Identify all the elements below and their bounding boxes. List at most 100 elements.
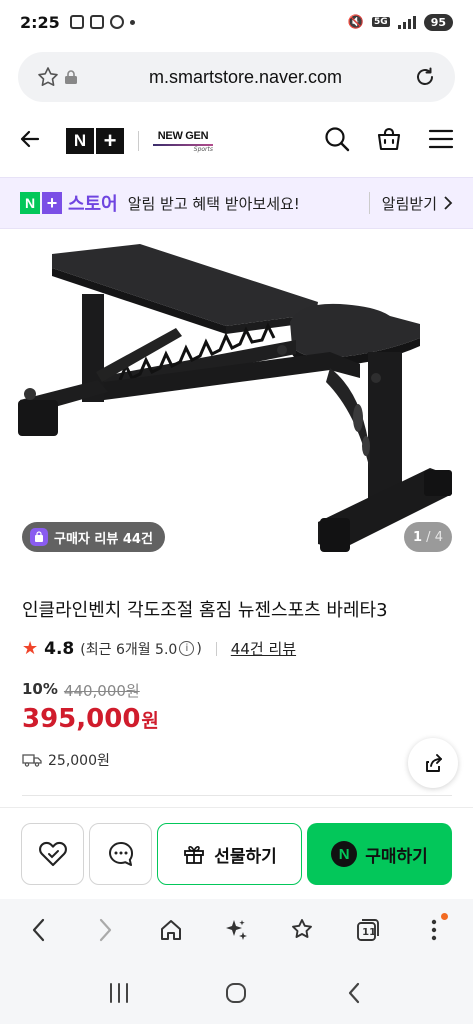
status-bar: 2:25 🔇 5G 95	[0, 0, 473, 44]
browser-assistant-button[interactable]	[216, 910, 256, 950]
menu-icon[interactable]	[427, 125, 455, 157]
calendar-icon	[89, 15, 104, 29]
share-button[interactable]	[408, 738, 458, 788]
brand-sub: Sports	[193, 145, 213, 153]
shopping-bag-icon	[30, 528, 48, 546]
nplus-store-badge: N +	[20, 192, 62, 214]
rating-note-text: (최근 6개월 5.0	[80, 641, 178, 658]
browser-menu-button[interactable]	[414, 910, 454, 950]
system-navigation-bar	[0, 961, 473, 1024]
discount-rate: 10%	[22, 680, 58, 698]
status-time: 2:25	[20, 12, 60, 32]
url-bar[interactable]: m.smartstore.naver.com	[18, 52, 455, 102]
system-back-icon	[349, 982, 360, 1003]
gift-icon	[184, 845, 205, 864]
back-arrow-icon[interactable]	[18, 127, 42, 155]
sale-price-amount: 395,000	[22, 704, 141, 734]
gallery-page-indicator: 1 / 4	[404, 522, 452, 552]
discount-row: 10% 440,000원	[22, 680, 140, 701]
status-right: 🔇 5G 95	[347, 13, 453, 31]
naver-plus-logo[interactable]: N +	[66, 128, 124, 154]
browser-back-button[interactable]	[19, 910, 59, 950]
rating-row: ★ 4.8 (최근 6개월 5.0 i ) 44건 리뷰	[22, 638, 296, 659]
section-divider	[22, 795, 452, 796]
brand-name: NEW GEN	[157, 129, 209, 142]
original-price: 440,000원	[63, 682, 140, 700]
banner-text: 알림 받고 혜택 받아보세요!	[127, 194, 300, 213]
sale-price: 395,000 원	[22, 704, 159, 734]
badge-plus: +	[42, 192, 62, 214]
network-label: 5G	[372, 17, 390, 27]
rating-note-close: )	[196, 640, 202, 657]
gallery-separator: /	[422, 529, 435, 545]
system-back-button[interactable]	[334, 973, 374, 1013]
bookmark-star-icon[interactable]	[34, 63, 62, 91]
shipping-row: 25,000원	[22, 750, 110, 770]
logo-plus: +	[96, 128, 124, 154]
browser-toolbar: 11	[0, 899, 473, 961]
recent-apps-icon	[109, 982, 128, 1003]
tab-count: 11	[362, 927, 377, 938]
system-home-button[interactable]	[216, 973, 256, 1013]
info-icon[interactable]: i	[179, 641, 195, 656]
banner-store-label: 스토어	[68, 194, 118, 215]
rating-note: (최근 6개월 5.0 i )	[80, 639, 202, 659]
rating-value: 4.8	[44, 638, 75, 659]
home-icon	[160, 920, 181, 940]
notification-dot	[440, 913, 448, 920]
subscribe-alert-button[interactable]: 알림받기	[368, 192, 453, 214]
signal-icon	[397, 15, 416, 29]
browser-forward-button[interactable]	[85, 910, 125, 950]
mute-icon: 🔇	[347, 14, 365, 30]
cart-icon[interactable]	[375, 125, 403, 157]
sparkle-icon	[226, 920, 248, 940]
status-notification-icons	[69, 15, 135, 29]
chevron-right-icon	[444, 196, 453, 210]
more-vertical-icon	[431, 919, 437, 941]
browser-bookmarks-button[interactable]	[282, 910, 322, 950]
clipboard-icon	[109, 15, 124, 29]
review-pill-label: 구매자 리뷰 44건	[54, 531, 153, 547]
wishlist-button[interactable]	[21, 823, 84, 885]
subscribe-alert-label: 알림받기	[381, 194, 437, 213]
shipping-fee: 25,000원	[48, 753, 110, 769]
notification-banner[interactable]: N + 스토어 알림 받고 혜택 받아보세요! 알림받기	[0, 177, 473, 229]
talk-talk-button[interactable]	[89, 823, 152, 885]
buyer-review-pill[interactable]: 구매자 리뷰 44건	[22, 522, 165, 552]
review-count-link[interactable]: 44건 리뷰	[231, 638, 296, 659]
screenshot-icon	[69, 15, 84, 29]
chevron-right-icon	[99, 918, 111, 942]
badge-n: N	[20, 192, 40, 214]
sale-price-unit: 원	[141, 710, 159, 732]
buy-label: 구매하기	[365, 846, 428, 867]
chat-bubble-icon	[108, 842, 133, 866]
gallery-total-pages: 4	[434, 529, 443, 545]
star-icon: ★	[22, 638, 39, 659]
url-text[interactable]: m.smartstore.naver.com	[80, 67, 411, 88]
gift-button[interactable]: 선물하기	[157, 823, 302, 885]
recent-apps-button[interactable]	[99, 973, 139, 1013]
lock-icon	[62, 63, 80, 91]
logo-n: N	[66, 128, 94, 154]
site-header: N + NEW GEN Sports	[0, 112, 473, 170]
share-icon	[426, 754, 442, 772]
gallery-current-page: 1	[413, 529, 423, 545]
buy-button[interactable]: N 구매하기	[307, 823, 452, 885]
rating-divider	[215, 641, 217, 656]
header-actions	[323, 125, 455, 157]
header-divider	[138, 131, 139, 151]
weight-bench-image	[18, 244, 452, 552]
heart-icon	[38, 841, 67, 867]
browser-home-button[interactable]	[151, 910, 191, 950]
reload-icon[interactable]	[411, 63, 439, 91]
product-title: 인클라인벤치 각도조절 홈짐 뉴젠스포츠 바레타3	[22, 600, 388, 621]
gift-label: 선물하기	[214, 846, 277, 867]
store-brand-logo[interactable]: NEW GEN Sports	[153, 130, 213, 153]
home-circle-icon	[226, 982, 247, 1003]
delivery-truck-icon	[22, 754, 42, 767]
search-icon[interactable]	[323, 125, 351, 157]
browser-tabs-button[interactable]: 11	[348, 910, 388, 950]
product-image-gallery[interactable]: 구매자 리뷰 44건 1 / 4	[0, 232, 473, 572]
bookmark-star-icon	[292, 919, 313, 938]
battery-badge: 95	[423, 13, 453, 31]
